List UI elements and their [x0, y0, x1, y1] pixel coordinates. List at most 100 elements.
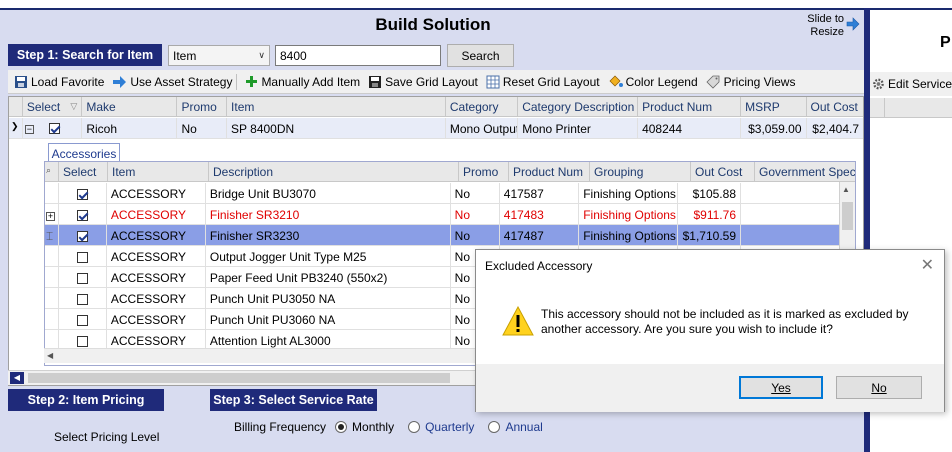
list-item[interactable]: ⌶ ACCESSORY Finisher SR3230 No 417487 Finishi… [45, 225, 839, 246]
list-item[interactable]: + ACCESSORY Finisher SR3210 No 417483 Finishi… [45, 204, 839, 225]
search-type-select[interactable]: Item ∨ [168, 45, 270, 66]
radio-quarterly[interactable] [408, 421, 421, 433]
col-header-item[interactable]: Item [108, 162, 209, 181]
radio-monthly[interactable] [335, 421, 348, 433]
sub-horizontal-scrollbar[interactable]: ◀ [44, 348, 476, 363]
accessory-select-checkbox[interactable] [76, 189, 88, 201]
accessory-select-checkbox[interactable] [76, 273, 88, 285]
col-header-category-description[interactable]: Category Description [518, 97, 639, 116]
grid-toolbar: Load Favorite Use Asset Strategy Manuall… [8, 70, 864, 94]
col-header-msrp[interactable]: MSRP [741, 97, 807, 116]
grouping-cell: Finishing Options [579, 183, 679, 203]
list-item[interactable]: ACCESSORY Bridge Unit BU3070 No 417587 Finis… [45, 183, 839, 204]
search-button[interactable]: Search [447, 44, 514, 67]
right-grid-header [870, 98, 952, 118]
item-cell: ACCESSORY [107, 204, 206, 224]
accessory-select-checkbox[interactable] [76, 294, 88, 306]
tab-accessories[interactable]: Accessories [48, 143, 120, 163]
desc-cell: Finisher SR3210 [206, 204, 451, 224]
scroll-left-icon[interactable]: ◀ [10, 372, 24, 384]
col-header-government-special[interactable]: Government Special [755, 162, 855, 181]
accessory-select-checkbox[interactable] [76, 252, 88, 264]
radio-monthly-label[interactable]: Monthly [352, 420, 394, 434]
step2-header: Step 2: Item Pricing [8, 389, 164, 411]
row-indicator-cell [45, 330, 59, 350]
page-title: Build Solution [375, 15, 491, 34]
search-icon[interactable]: ⌕ [45, 162, 59, 181]
scroll-up-icon[interactable]: ▲ [842, 185, 850, 194]
chevron-down-icon: ∨ [258, 50, 265, 60]
col-header-select[interactable]: Select ▽ [23, 97, 83, 116]
row-select-checkbox[interactable] [49, 123, 61, 135]
row-select-cell[interactable]: − [23, 118, 83, 138]
radio-annual[interactable] [488, 421, 501, 433]
scroll-thumb[interactable] [842, 202, 853, 230]
radio-quarterly-label[interactable]: Quarterly [425, 420, 474, 434]
promo-cell: No [451, 225, 500, 245]
text-cursor-icon: ⌶ [46, 229, 54, 243]
yes-button[interactable]: Yes [739, 376, 823, 399]
color-legend-button[interactable]: Color Legend [608, 75, 698, 89]
dialog-footer: Yes No [476, 364, 944, 412]
gear-icon [873, 78, 884, 90]
slide-to-resize-label[interactable]: Slide to Resize [792, 13, 844, 39]
use-asset-strategy-button[interactable]: Use Asset Strategy [112, 75, 232, 89]
expand-icon[interactable]: + [46, 212, 55, 221]
excluded-accessory-dialog: Excluded Accessory ✕ This accessory shou… [475, 249, 945, 412]
col-header-category[interactable]: Category [446, 97, 519, 116]
item-cell: ACCESSORY [107, 183, 206, 203]
select-cell[interactable] [59, 309, 107, 329]
col-header-description[interactable]: Description [209, 162, 459, 181]
edit-service-button[interactable]: Edit Service [870, 72, 952, 96]
arrow-right-icon[interactable] [846, 17, 860, 31]
col-header-item[interactable]: Item [227, 97, 446, 116]
desc-cell: Bridge Unit BU3070 [206, 183, 451, 203]
select-cell[interactable] [59, 225, 107, 245]
promo-cell: No [451, 204, 500, 224]
scroll-thumb[interactable] [28, 373, 450, 383]
items-grid-header: Select ▽ Make Promo Item Category Categor… [9, 97, 863, 117]
col-header-out-cost[interactable]: Out Cost [807, 97, 864, 116]
desc-cell: Paper Feed Unit PB3240 (550x2) [206, 267, 451, 287]
load-favorite-button[interactable]: Load Favorite [14, 75, 104, 89]
col-header-select[interactable]: Select [59, 162, 108, 181]
select-cell[interactable] [59, 330, 107, 350]
select-cell[interactable] [59, 288, 107, 308]
manually-add-item-button[interactable]: Manually Add Item [245, 75, 360, 89]
horizontal-scrollbar[interactable]: ◀ [8, 370, 478, 385]
row-indicator-cell [45, 246, 59, 266]
accessory-select-checkbox[interactable] [76, 210, 88, 222]
pricing-views-button[interactable]: Pricing Views [706, 75, 795, 89]
col-header-product-num[interactable]: Product Num [638, 97, 742, 116]
expand-collapse-icon[interactable]: − [24, 125, 34, 134]
filter-icon[interactable]: ▽ [70, 101, 77, 112]
scroll-left-icon[interactable]: ◀ [47, 351, 53, 360]
government-special-cell [741, 204, 839, 224]
select-cell[interactable] [59, 246, 107, 266]
desc-cell: Attention Light AL3000 [206, 330, 451, 350]
accessory-select-checkbox[interactable] [76, 231, 88, 243]
col-header-promo[interactable]: Promo [177, 97, 228, 116]
search-input[interactable] [275, 45, 441, 66]
save-grid-layout-button[interactable]: Save Grid Layout [368, 75, 478, 89]
pn-cell: 417587 [500, 183, 580, 203]
select-cell[interactable] [59, 204, 107, 224]
col-header-promo[interactable]: Promo [459, 162, 509, 181]
accessory-select-checkbox[interactable] [76, 336, 88, 348]
col-header-out-cost[interactable]: Out Cost [691, 162, 755, 181]
grid-icon [486, 75, 500, 88]
col-header-product-num[interactable]: Product Num [509, 162, 590, 181]
desc-cell: Finisher SR3230 [206, 225, 451, 245]
cost-cell: $911.76 [678, 204, 741, 224]
reset-grid-layout-button[interactable]: Reset Grid Layout [486, 75, 600, 89]
col-header-grouping[interactable]: Grouping [590, 162, 691, 181]
select-cell[interactable] [59, 183, 107, 203]
accessory-select-checkbox[interactable] [76, 315, 88, 327]
col-header-make[interactable]: Make [82, 97, 178, 116]
government-special-cell [741, 225, 839, 245]
radio-annual-label[interactable]: Annual [505, 420, 542, 434]
table-row[interactable]: ❯ − Ricoh No SP 8400DN Mono Output Mono … [9, 118, 863, 139]
no-button[interactable]: No [836, 376, 922, 399]
select-cell[interactable] [59, 267, 107, 287]
close-icon[interactable]: ✕ [921, 255, 934, 275]
